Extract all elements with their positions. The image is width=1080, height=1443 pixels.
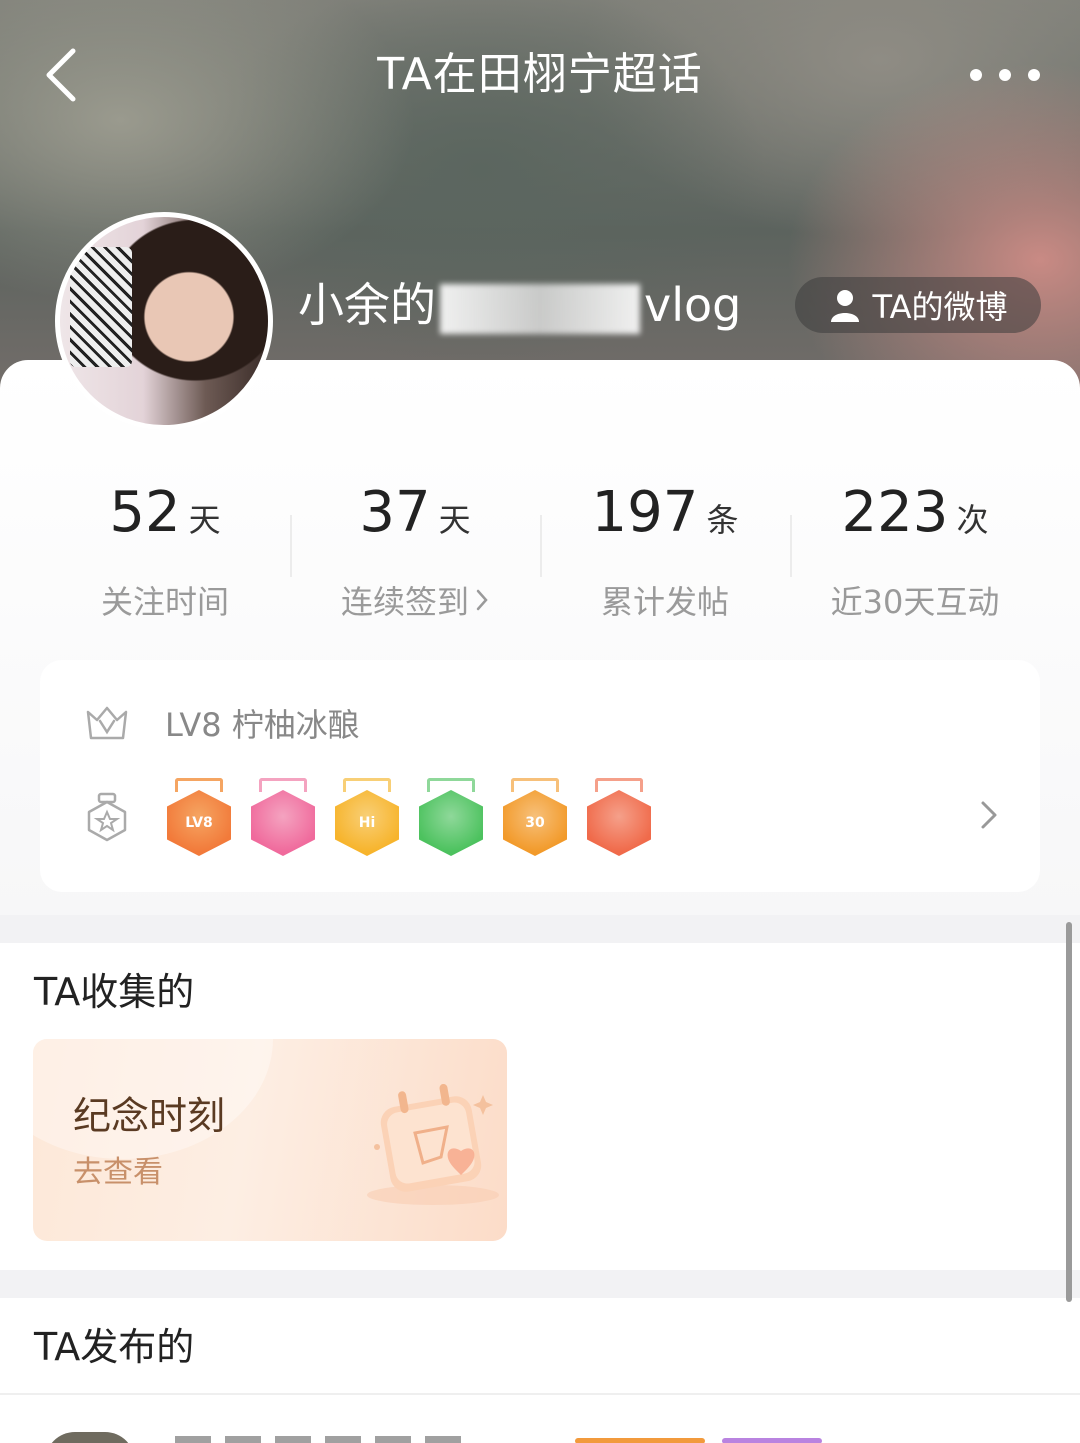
badge-ribbon — [595, 778, 643, 792]
stat-value: 37 天 — [359, 478, 470, 555]
stat-interactions: 223 次 近30天互动 — [790, 450, 1040, 635]
stat-label-text: 关注时间 — [100, 583, 229, 621]
more-button[interactable] — [970, 55, 1040, 95]
avatar[interactable] — [55, 212, 273, 430]
badge-hand[interactable] — [419, 778, 483, 856]
stat-label: 关注时间 — [101, 577, 229, 623]
level-panel[interactable]: LV8 柠柚冰酿 LV8 Hi 30 — [40, 660, 1040, 892]
badge-hex — [587, 790, 651, 856]
post-tag — [722, 1438, 822, 1443]
more-dot — [999, 69, 1011, 81]
memorial-moment-card[interactable]: 纪念时刻 去查看 — [33, 1039, 507, 1241]
badge-ribbon — [427, 778, 475, 792]
stat-unit: 次 — [956, 501, 989, 539]
calendar-heart-icon — [367, 1083, 499, 1205]
page-title: TA在田栩宁超话 — [377, 49, 703, 100]
publish-section: TA发布的 — [0, 1298, 1080, 1443]
stat-value: 197 条 — [592, 478, 739, 555]
stat-unit: 天 — [438, 501, 471, 539]
badge-hex: Hi — [335, 790, 399, 856]
badge-hex — [419, 790, 483, 856]
medal-icon — [87, 792, 127, 842]
user-name-prefix: 小余的 — [298, 278, 436, 332]
post-author-text — [175, 1436, 475, 1443]
stat-label: 累计发帖 — [601, 577, 729, 623]
stat-label: 近30天互动 — [831, 577, 1000, 623]
avatar-phone-detail — [70, 247, 132, 367]
badge-graduation-cap[interactable] — [251, 778, 315, 856]
post-tag — [575, 1438, 705, 1443]
chevron-right-icon — [981, 801, 997, 829]
badge-LV8[interactable]: LV8 — [167, 778, 231, 856]
stat-label-text: 连续签到 — [340, 583, 469, 621]
badge-ribbon — [511, 778, 559, 792]
moment-title: 纪念时刻 — [73, 1094, 226, 1138]
collect-title: TA收集的 — [34, 970, 195, 1014]
ta-weibo-label: TA的微博 — [872, 288, 1008, 326]
badge-hex — [251, 790, 315, 856]
stat-label-text: 近30天互动 — [830, 583, 1000, 621]
back-button[interactable] — [30, 40, 90, 110]
chevron-left-icon — [46, 48, 76, 102]
badge-list: LV8 Hi 30 — [167, 778, 651, 856]
badge-ribbon — [343, 778, 391, 792]
stat-number: 197 — [591, 480, 699, 545]
divider — [0, 1393, 1080, 1395]
ta-weibo-button[interactable]: TA的微博 — [795, 277, 1041, 333]
more-dots-icon — [970, 69, 982, 81]
crown-v-icon — [86, 706, 128, 740]
name-redaction — [440, 283, 640, 334]
stat-number: 37 — [359, 480, 431, 545]
stat-unit: 天 — [188, 501, 221, 539]
level-text: LV8 柠柚冰酿 — [165, 706, 360, 744]
user-name-suffix: vlog — [644, 278, 742, 332]
stats-row: 52 天 关注时间 37 天 连续签到 197 条 累计发帖 223 次 近30天互动 — [40, 450, 1040, 635]
collect-section: TA收集的 纪念时刻 去查看 — [0, 943, 1080, 1270]
stat-posts: 197 条 累计发帖 — [540, 450, 790, 635]
stat-value: 52 天 — [109, 478, 220, 555]
publish-title: TA发布的 — [34, 1325, 195, 1369]
badge-hex: LV8 — [167, 790, 231, 856]
stat-label: 连续签到 — [341, 577, 489, 623]
badge-row: LV8 Hi 30 — [85, 778, 651, 856]
level-row: LV8 柠柚冰酿 — [85, 700, 360, 746]
user-name: 小余的 vlog — [298, 270, 741, 340]
more-dot — [1028, 69, 1040, 81]
stat-number: 223 — [841, 480, 949, 545]
level-chevron[interactable] — [980, 800, 998, 834]
chevron-right-icon — [476, 589, 488, 611]
scrollbar[interactable] — [1066, 922, 1072, 1302]
badge-hex: 30 — [503, 790, 567, 856]
stat-label-text: 累计发帖 — [600, 583, 729, 621]
stat-number: 52 — [109, 480, 181, 545]
badge-ribbon — [175, 778, 223, 792]
badge-rock-hand[interactable] — [587, 778, 651, 856]
badge-Hi[interactable]: Hi — [335, 778, 399, 856]
person-icon — [830, 290, 859, 322]
moment-view-link[interactable]: 去查看 — [73, 1153, 163, 1193]
stat-unit: 条 — [706, 501, 739, 539]
stat-value: 223 次 — [842, 478, 989, 555]
badge-30[interactable]: 30 — [503, 778, 567, 856]
stat-follow-time: 52 天 关注时间 — [40, 450, 290, 635]
stat-checkin[interactable]: 37 天 连续签到 — [290, 450, 540, 635]
badge-ribbon — [259, 778, 307, 792]
